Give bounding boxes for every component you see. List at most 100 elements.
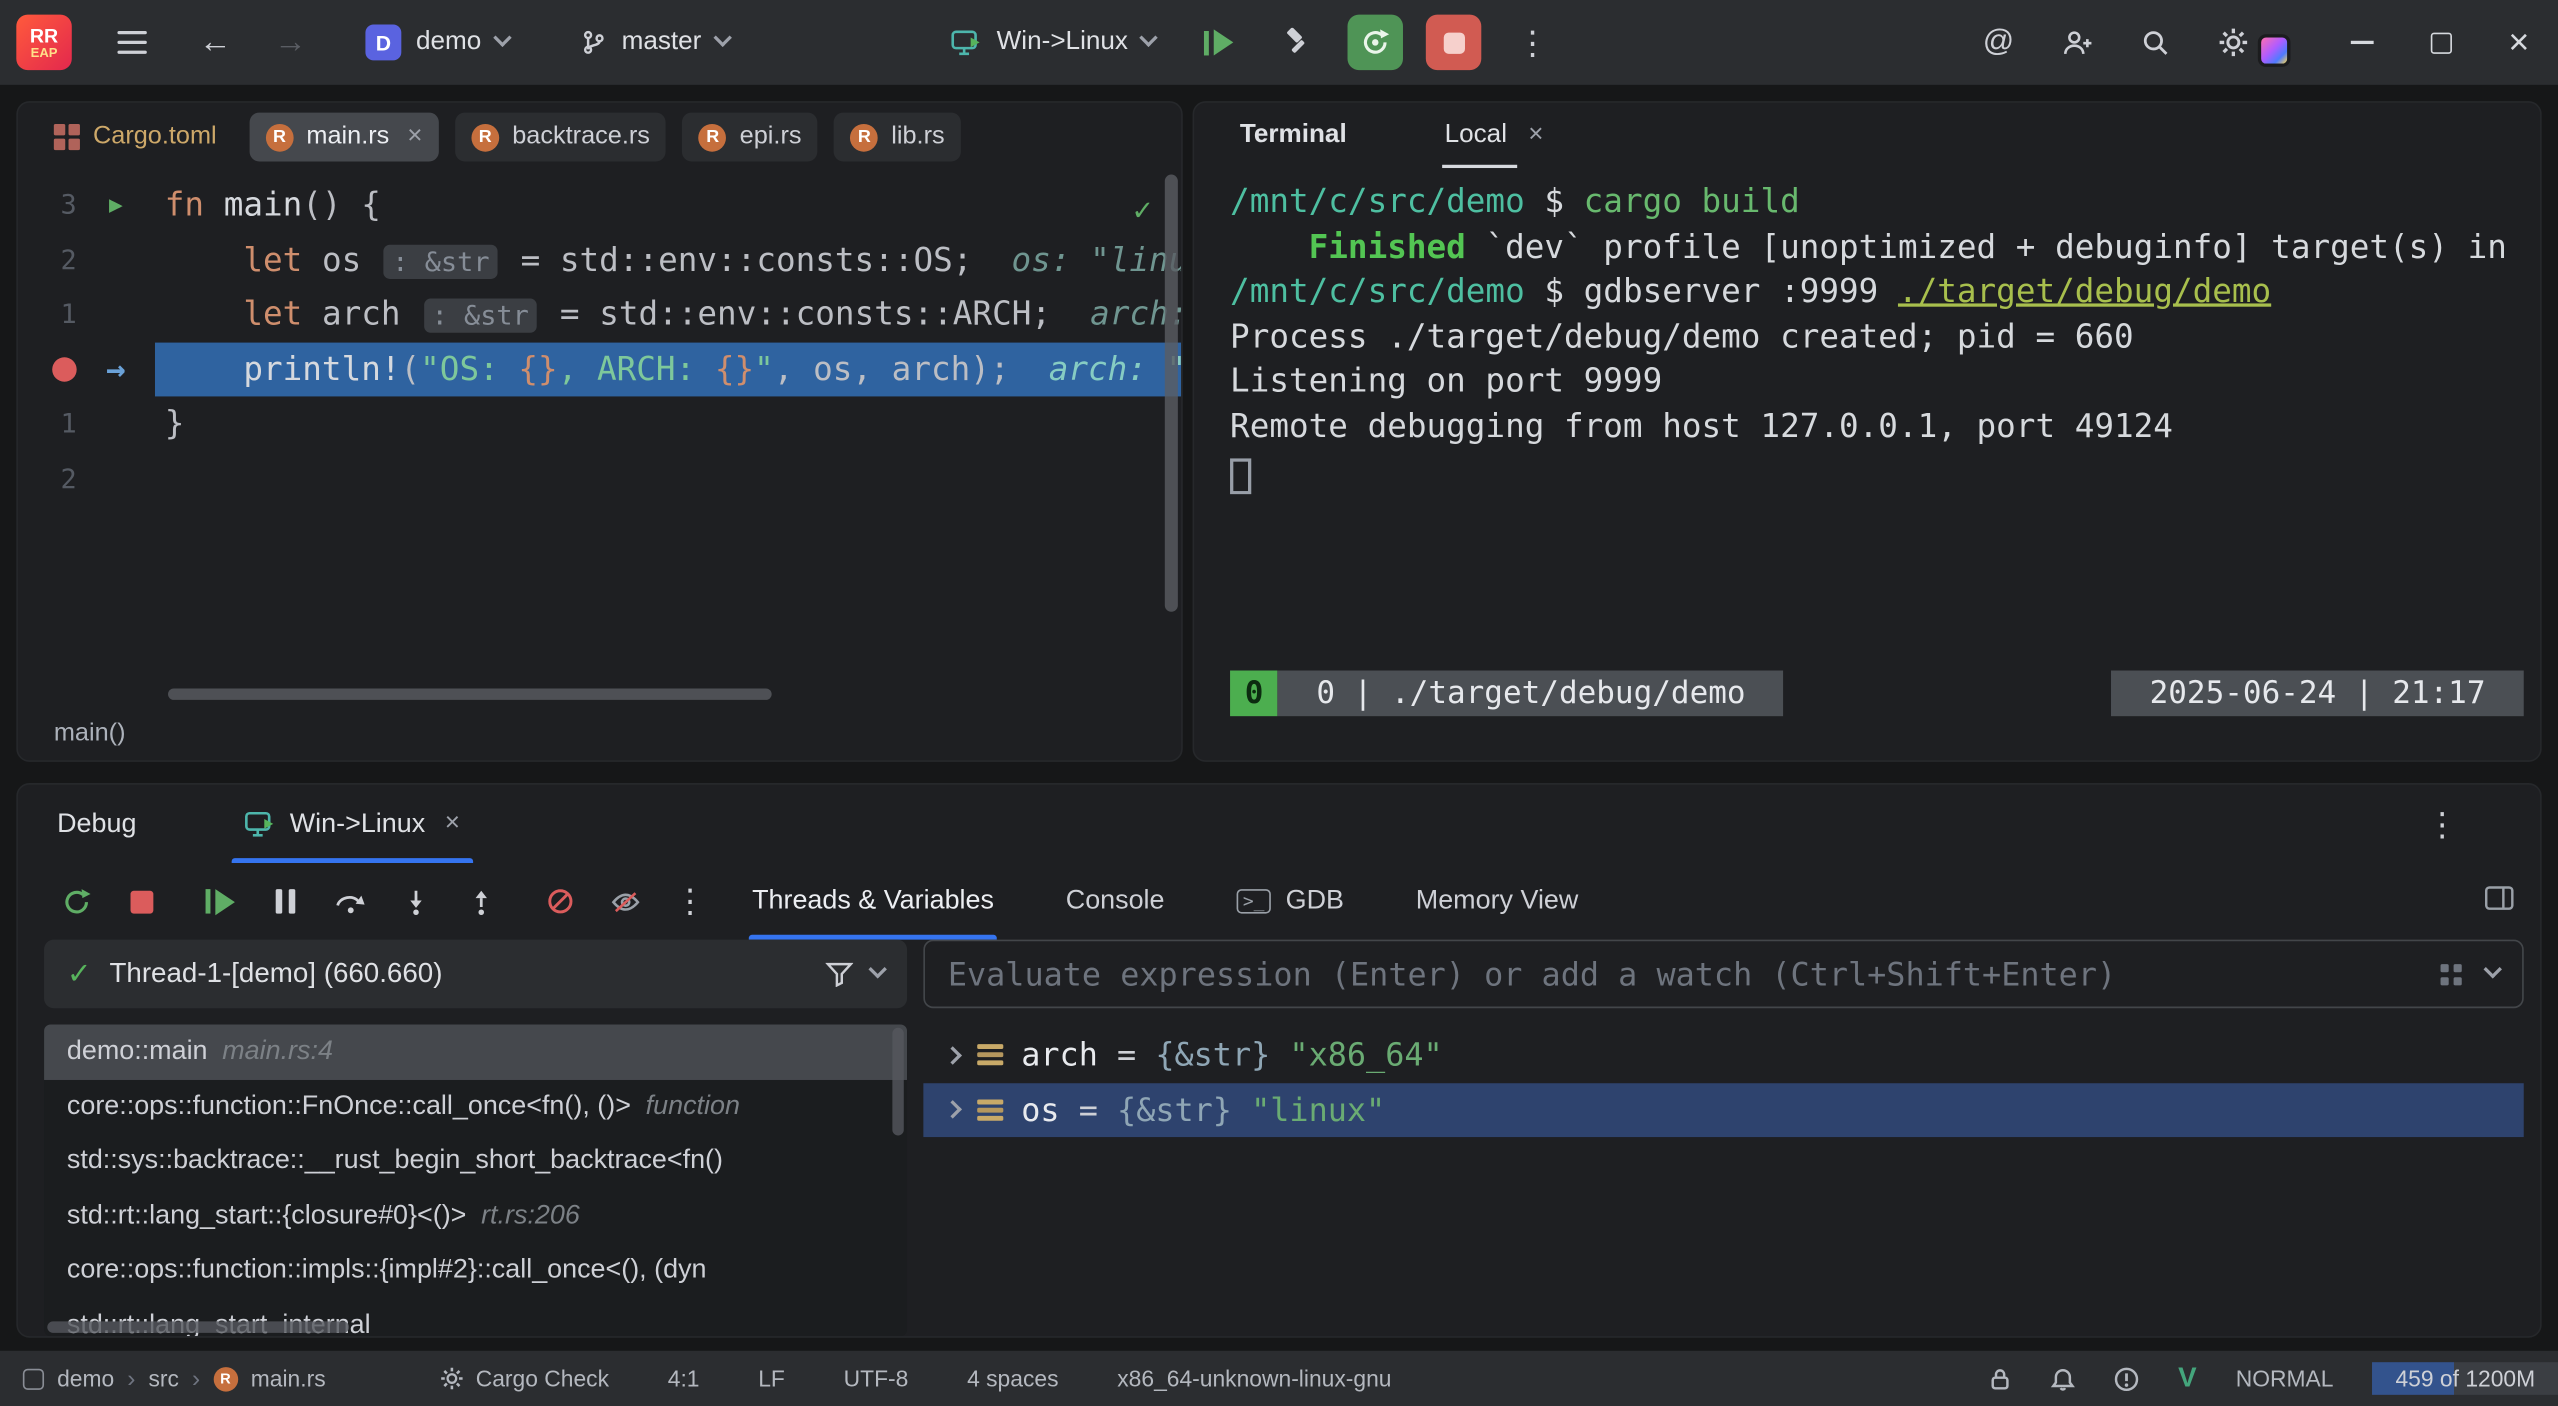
editor-horizontal-scrollbar[interactable] (168, 688, 772, 699)
layout-settings-button[interactable] (2485, 886, 2514, 910)
stack-frame-row[interactable]: std::sys::backtrace::__rust_begin_short_… (44, 1134, 907, 1189)
terminal-output[interactable]: /mnt/c/src/demo $ cargo build Finished `… (1194, 168, 2540, 494)
terminal-line: /mnt/c/src/demo $ gdbserver :9999 ./targ… (1230, 269, 2540, 314)
chevron-right-icon: › (127, 1365, 135, 1393)
debugger-tab[interactable]: Memory View (1416, 863, 1579, 940)
step-over-button[interactable] (318, 874, 383, 929)
filter-icon[interactable] (825, 961, 853, 987)
editor-breadcrumb[interactable]: main() (18, 703, 1181, 762)
encoding-widget[interactable]: UTF-8 (844, 1365, 909, 1391)
maximize-button[interactable] (2401, 0, 2479, 85)
lock-icon[interactable] (1989, 1366, 2012, 1390)
evaluate-bar[interactable] (923, 940, 2523, 1009)
code-line[interactable]: 2 (18, 451, 1181, 506)
editor-tab[interactable]: Cargo.toml (38, 113, 233, 162)
gutter-icons: ▶ (77, 178, 155, 233)
caret-position-widget[interactable]: 4:1 (668, 1365, 700, 1391)
chevron-down-icon[interactable] (2484, 960, 2502, 978)
breakpoint-icon[interactable] (52, 357, 76, 381)
step-out-button[interactable] (449, 874, 514, 929)
editor-tab[interactable]: Repi.rs (683, 113, 818, 162)
main-menu-button[interactable] (108, 21, 157, 63)
frames-horizontal-scrollbar[interactable] (47, 1321, 349, 1332)
chevron-right-icon[interactable] (943, 1046, 961, 1064)
stack-frame-row[interactable]: core::ops::function::impls::{impl#2}::ca… (44, 1243, 907, 1298)
logo-text: RR (30, 25, 58, 45)
terminal-lines: /mnt/c/src/demo $ cargo build Finished `… (1230, 179, 2540, 448)
mute-breakpoints-button[interactable] (527, 874, 592, 929)
resume-program-button[interactable] (188, 874, 253, 929)
minimize-button[interactable] (2323, 0, 2401, 85)
toolchain-widget[interactable]: x86_64-unknown-linux-gnu (1117, 1365, 1391, 1391)
crumb-src[interactable]: src (149, 1365, 179, 1391)
frames-vertical-scrollbar[interactable] (892, 1028, 903, 1136)
thread-selector[interactable]: ✓ Thread-1-[demo] (660.660) (44, 940, 907, 1009)
editor-tab[interactable]: Rbacktrace.rs (455, 113, 666, 162)
memory-indicator[interactable]: 459 of 1200M (2373, 1362, 2558, 1395)
debug-more-button[interactable]: ⋮ (2426, 803, 2459, 844)
rerun-debug-button[interactable] (44, 874, 109, 929)
editor-tab[interactable]: Rmain.rs× (249, 113, 439, 162)
cargo-check-widget[interactable]: Cargo Check (440, 1365, 609, 1391)
search-everywhere-button[interactable] (2127, 15, 2182, 70)
editor-tab[interactable]: Rlib.rs (834, 113, 961, 162)
project-widget[interactable]: D demo (352, 16, 522, 68)
code-line[interactable]: → println!("OS: {}, ARCH: {}", os, arch)… (18, 342, 1181, 397)
pause-program-button[interactable] (253, 874, 318, 929)
debug-session-tab[interactable]: Win->Linux × (231, 785, 473, 863)
watches-icon[interactable] (2439, 962, 2463, 986)
close-button[interactable]: × (2480, 0, 2558, 85)
run-gutter-icon[interactable]: ▶ (109, 194, 123, 217)
stop-button[interactable] (1427, 15, 1482, 70)
user-avatar[interactable] (2258, 34, 2291, 67)
variable-row[interactable]: os = {&str} "linux" (923, 1082, 2523, 1137)
inspections-ok-icon[interactable]: ✓ (1133, 184, 1152, 239)
close-icon[interactable]: × (1528, 124, 1543, 147)
evaluate-input[interactable] (948, 955, 2416, 993)
terminal-tab-local[interactable]: Local × (1441, 103, 1546, 168)
code-line[interactable]: 1} (18, 396, 1181, 451)
code-with-me-button[interactable] (2049, 15, 2104, 70)
stack-frame-row[interactable]: core::ops::function::FnOnce::call_once<f… (44, 1079, 907, 1134)
step-into-button[interactable] (383, 874, 448, 929)
chevron-down-icon[interactable] (868, 960, 886, 978)
code-line[interactable]: 2 let os : &str = std::env::consts::OS;o… (18, 232, 1181, 287)
mentions-button[interactable]: @ (1971, 15, 2026, 70)
debugger-tab[interactable]: Threads & Variables (752, 863, 994, 940)
restart-debug-button[interactable] (1348, 15, 1403, 70)
editor-code-area[interactable]: 3▶fn main() {2 let os : &str = std::env:… (18, 171, 1181, 703)
frames-list[interactable]: demo::mainmain.rs:4core::ops::function::… (44, 1025, 907, 1337)
ideavim-icon[interactable]: V (2178, 1362, 2197, 1395)
close-icon[interactable]: × (445, 812, 460, 835)
stop-debug-button[interactable] (109, 874, 174, 929)
line-separator-widget[interactable]: LF (758, 1365, 785, 1391)
debug-toolbar-more-button[interactable]: ⋮ (657, 874, 722, 929)
variable-row[interactable]: arch = {&str} "x86_64" (923, 1028, 2523, 1083)
code-line[interactable]: 3▶fn main() { (18, 178, 1181, 233)
branch-widget[interactable]: master (568, 20, 742, 66)
crumb-project[interactable]: demo (57, 1365, 114, 1391)
stack-frame-row[interactable]: demo::mainmain.rs:4 (44, 1025, 907, 1080)
debugger-tab[interactable]: Console (1066, 863, 1165, 940)
resume-button[interactable] (1192, 15, 1247, 70)
settings-button[interactable] (2206, 15, 2261, 70)
back-button[interactable]: ← (199, 26, 232, 59)
run-config-widget[interactable]: Win->Linux (938, 20, 1169, 66)
code-line[interactable]: 1 let arch : &str = std::env::consts::AR… (18, 287, 1181, 342)
indent-widget[interactable]: 4 spaces (967, 1365, 1058, 1391)
stack-frame-row[interactable]: std::rt::lang_start::{closure#0}<()>rt.r… (44, 1188, 907, 1243)
gutter-icons (77, 396, 155, 451)
build-button[interactable] (1270, 15, 1325, 70)
hide-breakpoints-button[interactable] (592, 874, 657, 929)
variable-icon (977, 1044, 1003, 1065)
error-info-icon[interactable] (2114, 1366, 2138, 1390)
vim-mode-widget[interactable]: NORMAL (2236, 1365, 2334, 1391)
debugger-tab[interactable]: >_GDB (1236, 863, 1344, 940)
forward-button[interactable]: → (274, 26, 307, 59)
crumb-file[interactable]: main.rs (251, 1365, 326, 1391)
more-actions-button[interactable]: ⋮ (1505, 15, 1560, 70)
chevron-right-icon[interactable] (943, 1101, 961, 1119)
editor-vertical-scrollbar[interactable] (1165, 175, 1178, 612)
bell-icon[interactable] (2051, 1366, 2075, 1390)
close-icon[interactable]: × (407, 126, 422, 149)
